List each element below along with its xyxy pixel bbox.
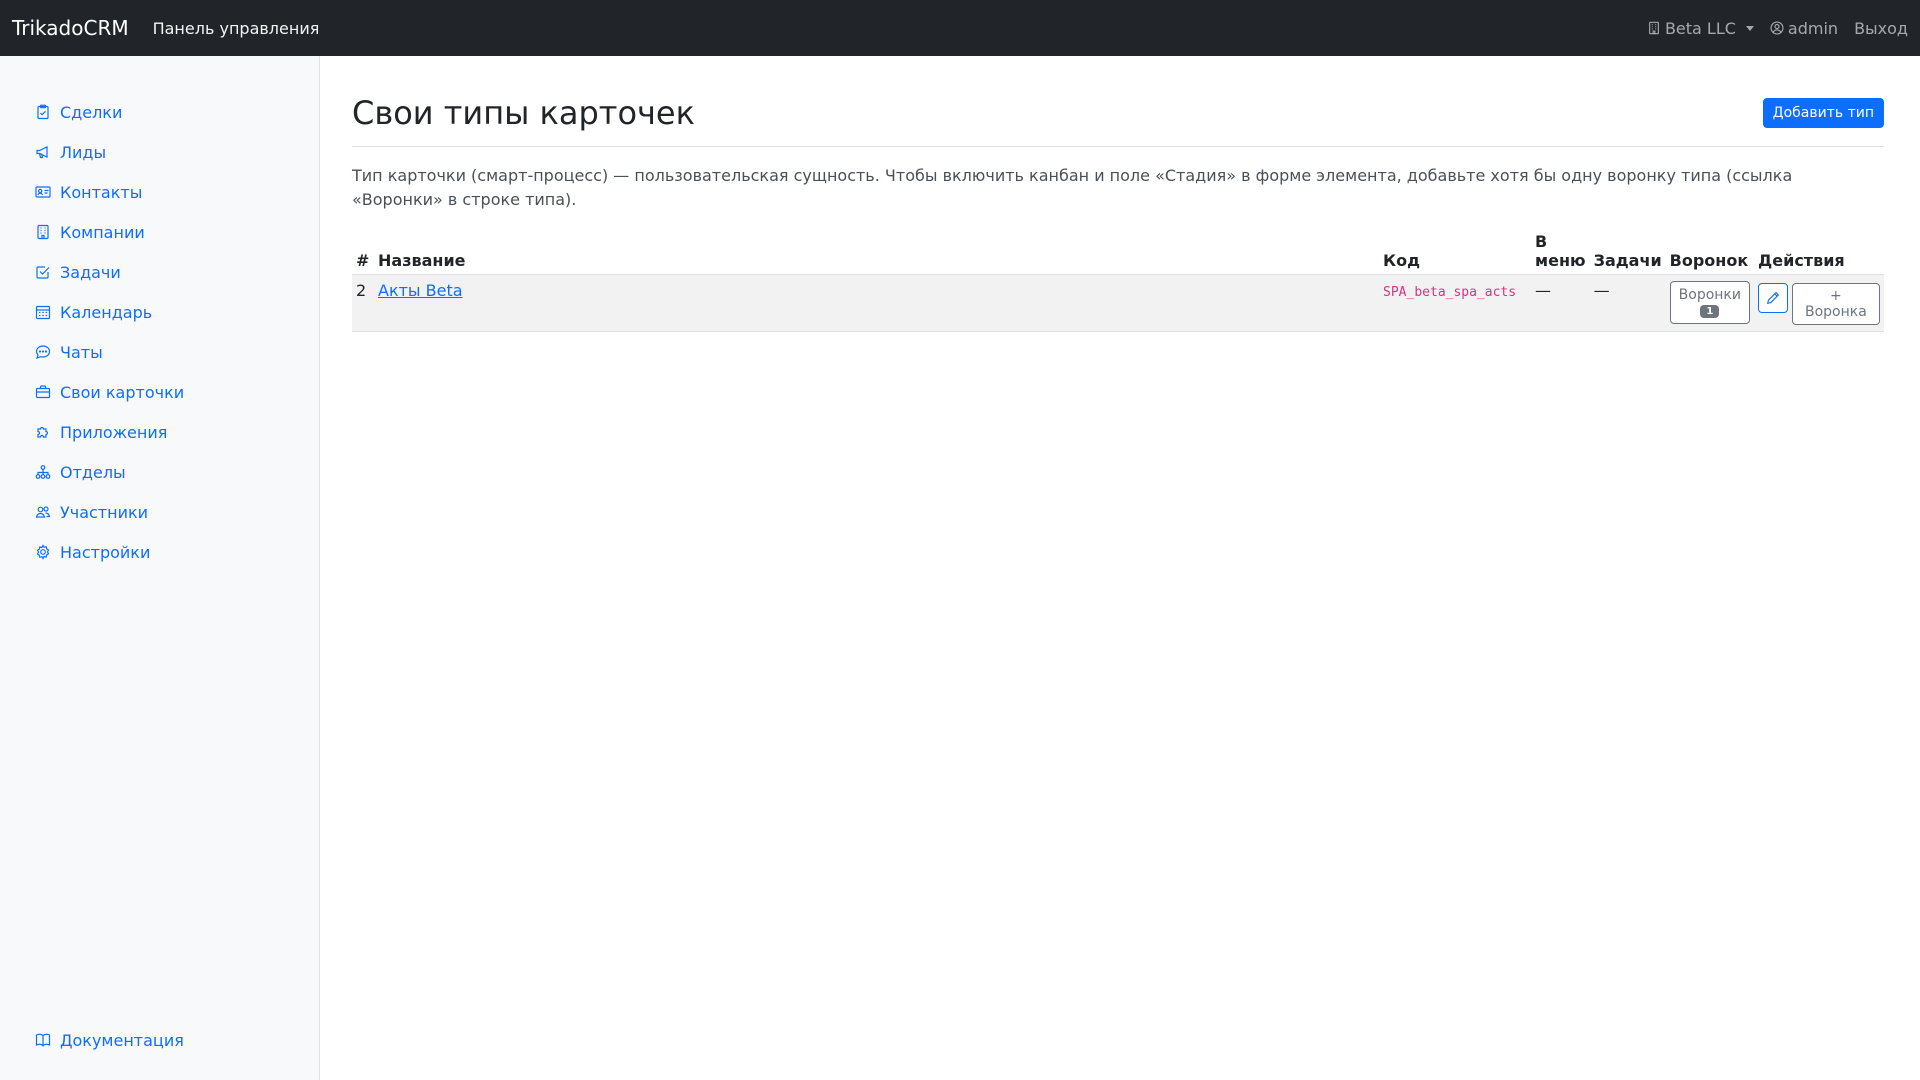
brand-logo[interactable]: TrikadoCRM [12,16,129,40]
sidebar-nav: Сделки Лиды Контакты Компании Задачи Кал… [0,56,319,572]
logout-link[interactable]: Выход [1854,19,1908,38]
col-header-name: Название [378,251,466,271]
diagram-icon [35,465,51,479]
sidebar-item-deals[interactable]: Сделки [0,92,319,132]
card-type-name-link[interactable]: Акты Beta [378,281,463,300]
row-tasks: — [1593,281,1610,301]
sidebar-item-label: Приложения [60,422,168,442]
sidebar-item-contacts[interactable]: Контакты [0,172,319,212]
funnels-count-badge: 1 [1700,305,1720,319]
col-header-actions: Действия [1758,251,1845,271]
sidebar-item-leads[interactable]: Лиды [0,132,319,172]
page-header: Свои типы карточек Добавить тип [352,56,1884,148]
sidebar: Сделки Лиды Контакты Компании Задачи Кал… [0,56,320,1080]
contact-card-icon [35,186,51,198]
sidebar-item-departments[interactable]: Отделы [0,452,319,492]
user-menu[interactable]: admin [1770,19,1838,38]
sidebar-item-label: Сделки [60,102,123,122]
book-icon [35,1033,51,1047]
table-header-row: # Название Код В меню Задачи Воронок Дей… [352,228,1884,275]
person-circle-icon [1770,21,1784,35]
sidebar-item-label: Лиды [60,142,107,162]
sidebar-item-label: Компании [60,222,145,242]
caret-down-icon [1745,25,1754,31]
edit-button[interactable] [1758,283,1788,314]
row-name-cell: Акты Beta [374,275,1379,332]
col-header-menu: В меню [1535,232,1586,271]
sidebar-item-settings[interactable]: Настройки [0,532,319,572]
sidebar-item-label: Настройки [60,542,151,562]
sidebar-item-apps[interactable]: Приложения [0,412,319,452]
card-type-code: SPA_beta_spa_acts [1383,285,1517,301]
sidebar-item-label: Свои карточки [60,382,185,402]
row-actions-cell: + Воронка [1754,275,1884,332]
row-funnels-cell: Воронки 1 [1666,275,1754,332]
megaphone-icon [36,146,48,159]
col-header-code: Код [1383,251,1421,271]
check-square-icon [36,266,50,279]
main-content: Свои типы карточек Добавить тип Тип карт… [352,56,1884,332]
briefcase-icon [35,385,51,399]
sidebar-item-calendar[interactable]: Календарь [0,292,319,332]
sidebar-item-label: Контакты [60,182,143,202]
page-title: Свои типы карточек [352,94,695,132]
row-actions: + Воронка [1758,283,1880,326]
table-row: 2 Акты Beta SPA_beta_spa_acts — — Воронк… [352,274,1884,332]
add-funnel-button[interactable]: + Воронка [1791,283,1880,326]
sidebar-item-custom-cards[interactable]: Свои карточки [0,372,319,412]
chat-icon [35,345,51,359]
sidebar-item-label: Документация [60,1030,184,1050]
people-icon [35,506,51,518]
col-header-num: # [356,251,370,271]
user-name: admin [1787,18,1839,38]
sidebar-item-label: Задачи [60,262,121,282]
calendar-icon [35,305,51,320]
building-icon [1648,21,1659,35]
company-dropdown[interactable]: Beta LLC [1647,19,1754,38]
add-type-button[interactable]: Добавить тип [1762,98,1884,129]
control-panel-link[interactable]: Панель управления [153,19,320,38]
card-types-table: # Название Код В меню Задачи Воронок Дей… [352,228,1884,332]
sidebar-item-chats[interactable]: Чаты [0,332,319,372]
col-header-tasks: Задачи [1593,251,1662,271]
sidebar-item-label: Отделы [60,462,126,482]
top-navbar: TrikadoCRM Панель управления Beta LLC ad… [0,0,1920,56]
sidebar-item-label: Участники [60,502,149,522]
sidebar-item-members[interactable]: Участники [0,492,319,532]
sidebar-item-tasks[interactable]: Задачи [0,252,319,292]
sidebar-item-companies[interactable]: Компании [0,212,319,252]
row-num: 2 [356,281,367,301]
col-header-funnels: Воронок [1669,251,1749,271]
funnels-button-label: Воронки [1678,287,1741,304]
sidebar-item-label: Чаты [60,342,103,362]
navbar-right: Beta LLC admin Выход [1647,19,1908,38]
pencil-icon [1766,292,1780,305]
sidebar-item-label: Календарь [60,302,153,322]
row-code-cell: SPA_beta_spa_acts [1379,275,1531,332]
funnels-button[interactable]: Воронки 1 [1669,281,1750,325]
gear-icon [36,544,50,560]
clipboard-icon [37,104,49,120]
row-menu: — [1535,281,1552,301]
page-description: Тип карточки (смарт-процесс) — пользоват… [352,166,1793,210]
sidebar-item-docs[interactable]: Документация [0,1020,319,1060]
puzzle-icon [37,426,49,438]
company-name: Beta LLC [1664,18,1736,38]
building-icon [37,224,49,240]
sidebar-footer: Документация [0,1020,319,1060]
